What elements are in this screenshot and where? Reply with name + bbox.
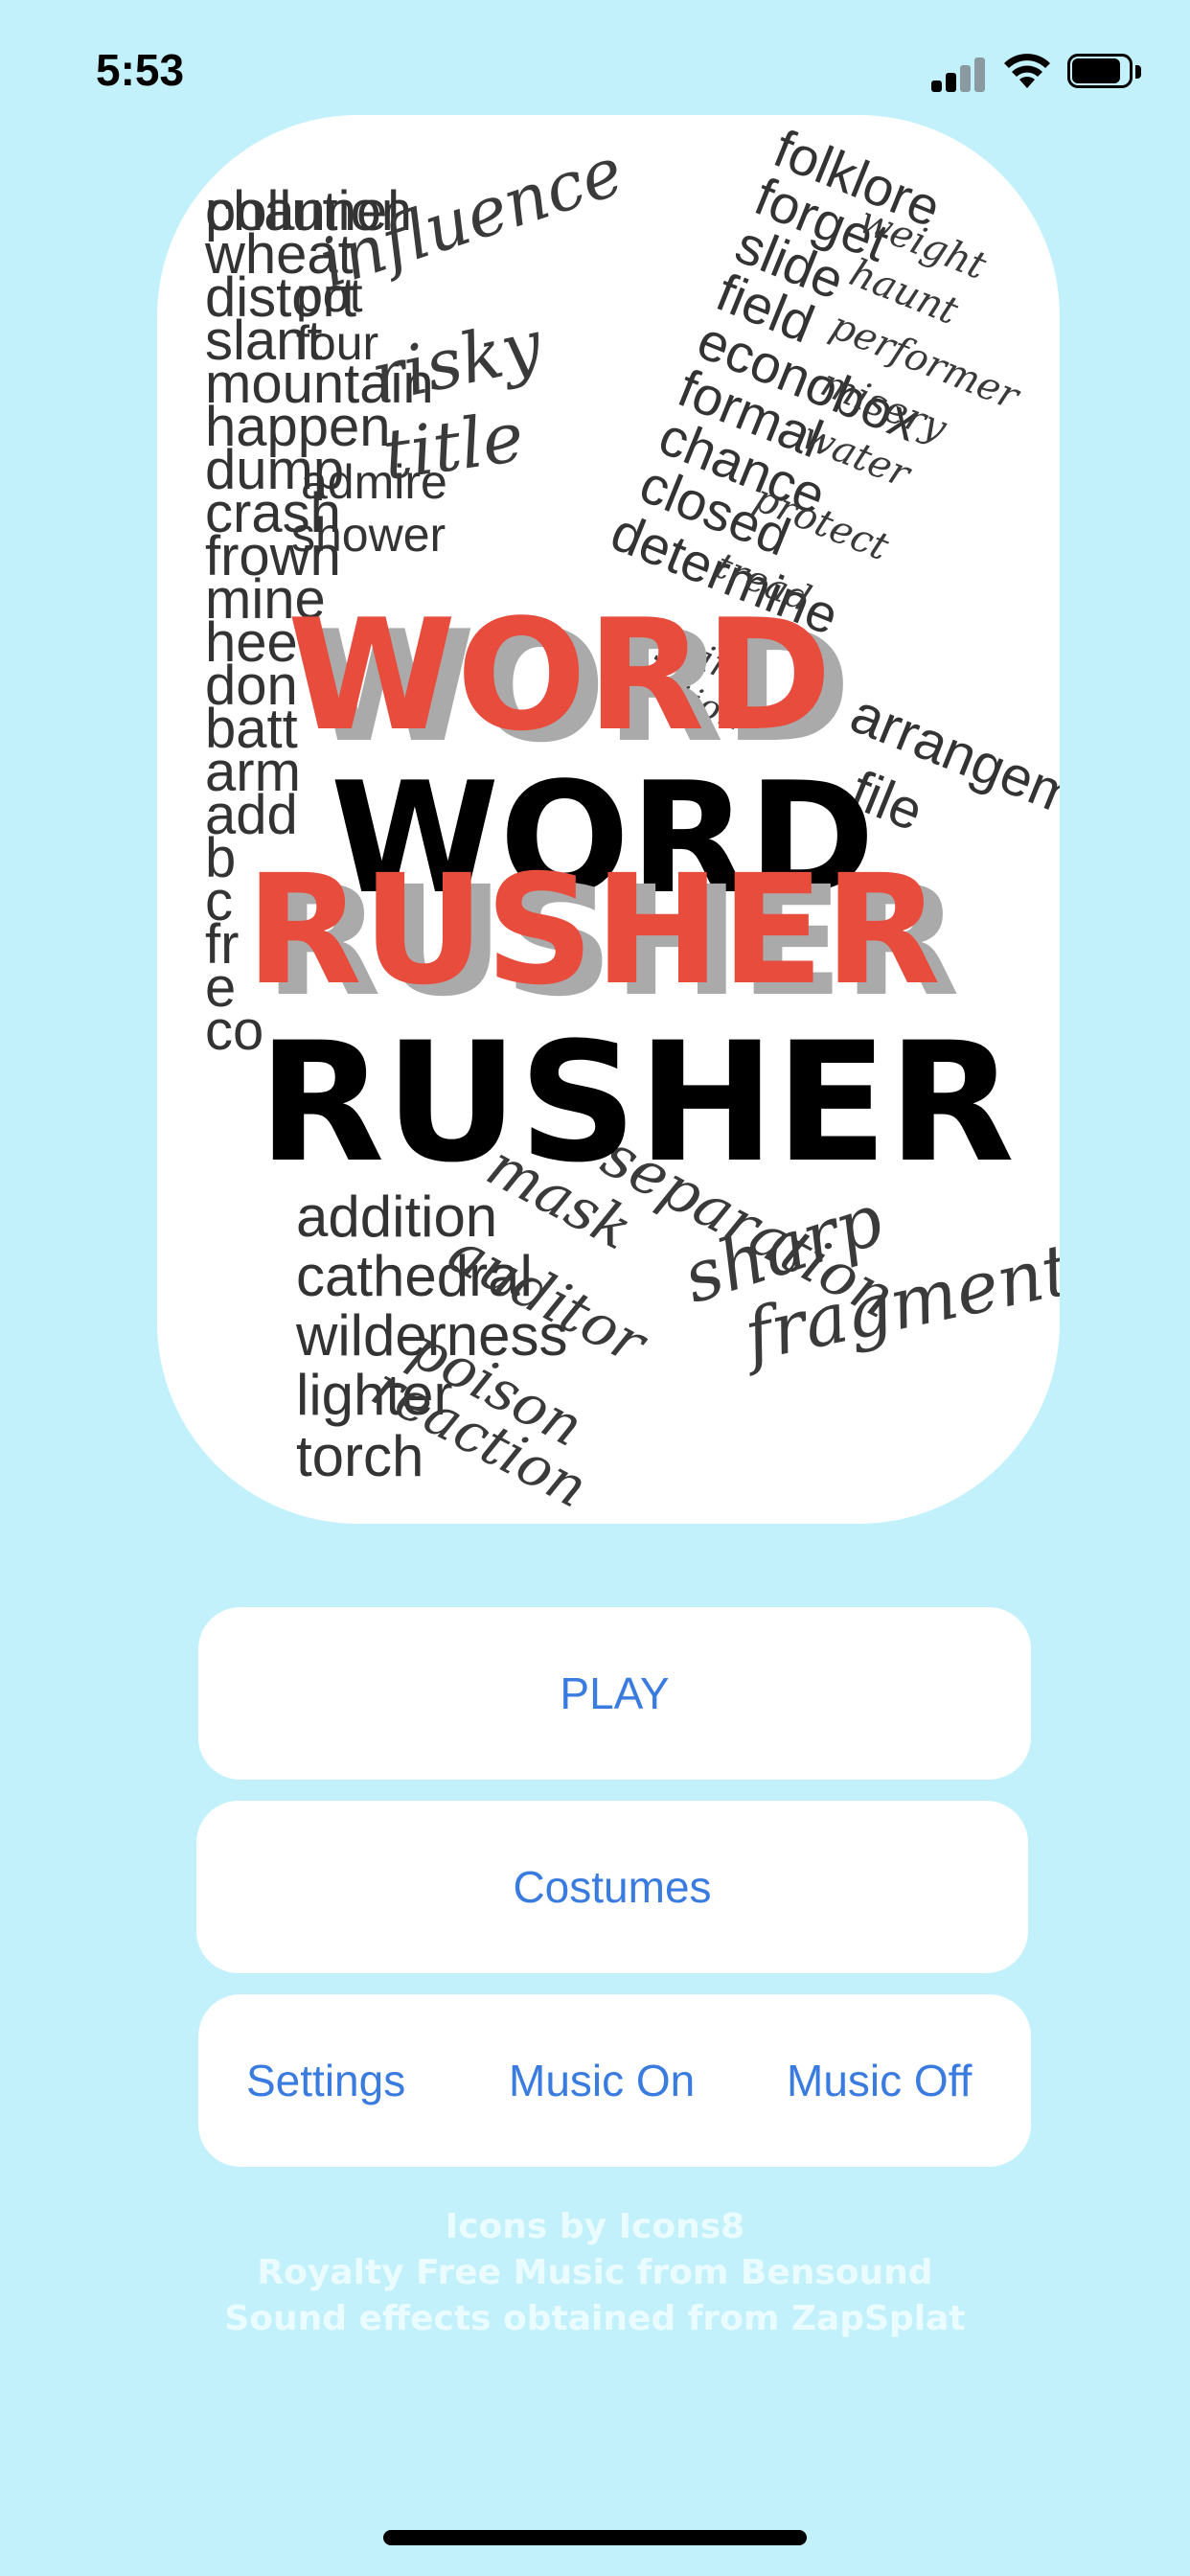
music-off-button[interactable]: Music Off — [787, 1994, 972, 2167]
title-word-red: WORD — [287, 586, 833, 765]
title-rusher-red: RUSHER — [245, 842, 941, 1019]
play-button[interactable]: PLAY — [198, 1607, 1031, 1780]
cloud-word: shower — [291, 508, 446, 562]
cloud-script-word: risky — [364, 304, 550, 419]
settings-button[interactable]: Settings — [246, 1994, 405, 2167]
word-cloud-logo: pollutionwheatdistortslantmountainhappen… — [204, 118, 1060, 1521]
signal-icon — [931, 54, 987, 92]
credits: Icons by Icons8 Royalty Free Music from … — [0, 2204, 1190, 2342]
wifi-icon — [1004, 54, 1050, 88]
credit-icons: Icons by Icons8 — [445, 2207, 745, 2246]
title-rusher-black: RUSHER — [258, 1006, 1015, 1199]
costumes-button[interactable]: Costumes — [196, 1801, 1028, 1973]
credit-sound: Sound effects obtained from ZapSplat — [224, 2299, 966, 2338]
logo-card: pollution wheat distort slant mountain happen… — [157, 115, 1060, 1524]
home-indicator[interactable] — [383, 2530, 807, 2545]
status-time: 5:53 — [96, 45, 185, 95]
credit-music: Royalty Free Music from Bensound — [257, 2253, 933, 2292]
cloud-script-word: influence — [310, 131, 632, 303]
battery-icon — [1067, 54, 1142, 90]
options-row: Settings Music On Music Off — [198, 1994, 1031, 2167]
music-on-button[interactable]: Music On — [509, 1994, 695, 2167]
status-bar: 5:53 — [0, 0, 1190, 134]
